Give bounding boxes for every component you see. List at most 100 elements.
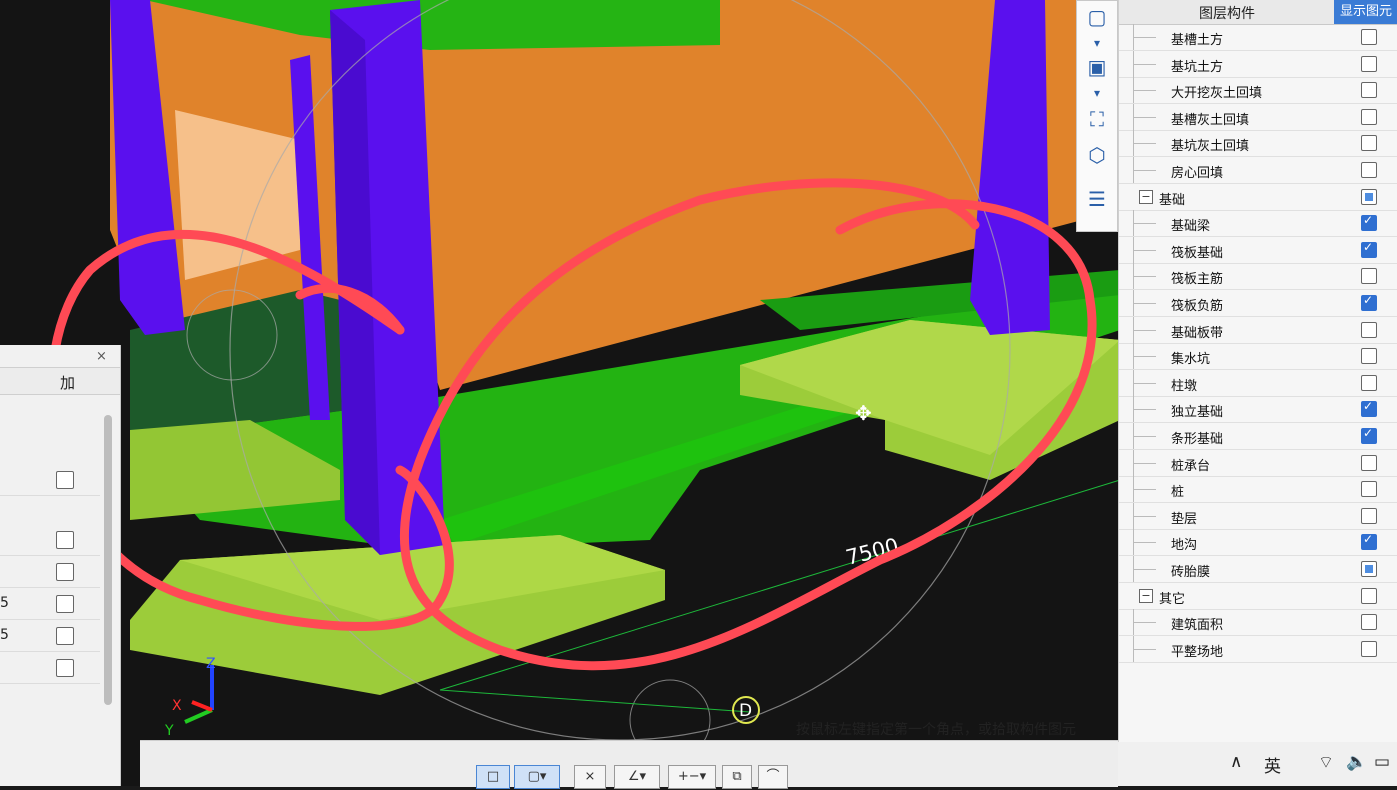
show-checkbox[interactable] <box>1361 374 1377 391</box>
show-checkbox[interactable] <box>1361 268 1377 285</box>
show-checkbox[interactable] <box>1361 82 1377 99</box>
layer-row[interactable]: 基槽土方 <box>1119 24 1397 51</box>
list-item[interactable] <box>0 465 100 496</box>
volume-icon[interactable]: 🔈 <box>1346 752 1367 772</box>
layer-row[interactable]: 大开挖灰土回填 <box>1119 77 1397 105</box>
layer-row[interactable]: 房心回填 <box>1119 157 1397 184</box>
layer-row[interactable]: 砖胎膜 <box>1119 556 1397 583</box>
ime-indicator[interactable]: 英 <box>1264 752 1281 777</box>
collapse-toggle-icon[interactable]: − <box>1139 189 1153 204</box>
list-item[interactable]: 5 <box>0 589 100 620</box>
show-checkbox[interactable] <box>1361 188 1377 205</box>
show-checkbox[interactable] <box>1361 108 1377 125</box>
layer-row[interactable]: 平整场地 <box>1119 635 1397 663</box>
view-cube-icon[interactable]: ▢ <box>1083 3 1111 31</box>
list-item[interactable] <box>0 557 100 588</box>
layer-label: 大开挖灰土回填 <box>1171 86 1263 102</box>
list-item[interactable] <box>0 653 100 684</box>
solid-view-icon[interactable]: ▣ <box>1083 53 1111 81</box>
show-checkbox[interactable] <box>1361 213 1377 232</box>
show-checkbox[interactable] <box>1361 135 1377 152</box>
battery-icon[interactable]: ▭ <box>1374 752 1390 772</box>
layer-row[interactable]: 桩承台 <box>1119 449 1397 477</box>
row-checkbox[interactable] <box>56 659 74 677</box>
layer-row[interactable]: 基坑灰土回填 <box>1119 130 1397 158</box>
dropdown-arrow-icon[interactable]: ▾ <box>1083 79 1111 107</box>
svg-text:Y: Y <box>164 723 174 739</box>
layer-row[interactable]: 筏板主筋 <box>1119 263 1397 291</box>
zoom-extent-icon[interactable]: ⛶ <box>1083 105 1111 133</box>
show-checkbox[interactable] <box>1361 640 1377 657</box>
layer-label: 垫层 <box>1171 511 1198 527</box>
layer-row[interactable]: 独立基础 <box>1119 396 1397 424</box>
layer-label: 基坑灰土回填 <box>1171 139 1250 155</box>
scrollbar[interactable] <box>104 415 112 705</box>
layer-row[interactable]: 基础板带 <box>1119 316 1397 344</box>
select-box-button[interactable]: ▢▾ <box>514 765 560 789</box>
layer-row[interactable]: − 其它 <box>1119 583 1397 610</box>
layer-row[interactable]: 基坑土方 <box>1119 50 1397 78</box>
row-checkbox[interactable] <box>56 471 74 489</box>
properties-icon[interactable]: ☰ <box>1083 185 1111 213</box>
show-checkbox[interactable] <box>1361 507 1377 524</box>
tree-connector <box>1133 236 1164 263</box>
copy-button[interactable]: ⧉ <box>722 765 752 789</box>
layer-row[interactable]: 基础梁 <box>1119 210 1397 238</box>
layer-row[interactable]: 垫层 <box>1119 502 1397 530</box>
layer-label: 桩 <box>1171 485 1185 501</box>
layer-row[interactable]: − 基础 <box>1119 184 1397 211</box>
select-point-button[interactable]: □ <box>476 765 510 789</box>
layer-row[interactable]: 集水坑 <box>1119 343 1397 371</box>
show-checkbox[interactable] <box>1361 614 1377 631</box>
wifi-icon[interactable]: ⌔ <box>1318 752 1334 773</box>
show-checkbox[interactable] <box>1361 532 1377 551</box>
collapse-toggle-icon[interactable]: − <box>1139 588 1153 603</box>
show-checkbox[interactable] <box>1361 454 1377 471</box>
layer-row[interactable]: 桩 <box>1119 476 1397 504</box>
show-checkbox[interactable] <box>1361 561 1377 577</box>
close-icon[interactable]: × <box>96 349 107 364</box>
show-checkbox[interactable] <box>1361 55 1377 72</box>
layer-row[interactable]: 建筑面积 <box>1119 609 1397 637</box>
show-checkbox[interactable] <box>1361 321 1377 338</box>
row-checkbox[interactable] <box>56 563 74 581</box>
show-checkbox[interactable] <box>1361 348 1377 365</box>
show-checkbox[interactable] <box>1361 162 1377 178</box>
layer-row[interactable]: 地沟 <box>1119 529 1397 557</box>
layer-label: 基槽土方 <box>1171 33 1224 48</box>
row-checkbox[interactable] <box>56 531 74 549</box>
row-checkbox[interactable] <box>56 627 74 645</box>
cross-select-button[interactable]: ⨯ <box>574 765 606 789</box>
layer-label: 基础板带 <box>1171 325 1224 341</box>
show-checkbox[interactable] <box>1361 293 1377 311</box>
arc-button[interactable]: ⌒ <box>758 765 788 789</box>
show-checkbox[interactable] <box>1361 587 1377 604</box>
show-checkbox[interactable] <box>1361 29 1377 45</box>
layer-label: 房心回填 <box>1171 166 1224 181</box>
show-checkbox[interactable] <box>1361 481 1377 498</box>
list-item[interactable] <box>0 525 100 556</box>
tree-connector <box>1133 635 1164 662</box>
angle-button[interactable]: ∠▾ <box>614 765 660 789</box>
tree-connector <box>1133 24 1164 50</box>
view-toolbar: ▢ ▾ ▣ ▾ ⛶ ⬡ ☰ <box>1076 0 1118 232</box>
layer-row[interactable]: 柱墩 <box>1119 369 1397 397</box>
layer-row[interactable]: 筏板负筋 <box>1119 290 1397 317</box>
show-column-header[interactable]: 显示图元 <box>1334 0 1397 24</box>
show-checkbox[interactable] <box>1361 240 1377 258</box>
offset-button[interactable]: +−▾ <box>668 765 716 789</box>
show-checkbox[interactable] <box>1361 399 1377 418</box>
layer-label: 条形基础 <box>1171 432 1224 447</box>
show-checkbox[interactable] <box>1361 426 1377 444</box>
column-header: 加 <box>60 374 76 392</box>
tree-connector <box>1133 369 1164 396</box>
tree-connector <box>1133 103 1164 130</box>
dynamic-observe-icon[interactable]: ⬡ <box>1083 141 1111 169</box>
layer-row[interactable]: 条形基础 <box>1119 423 1397 450</box>
list-item[interactable]: 5 <box>0 621 100 652</box>
layer-row[interactable]: 基槽灰土回填 <box>1119 103 1397 131</box>
layer-row[interactable]: 筏板基础 <box>1119 236 1397 264</box>
row-checkbox[interactable] <box>56 595 74 613</box>
tree-connector <box>1133 609 1164 636</box>
chevron-up-icon[interactable]: ∧ <box>1230 752 1242 772</box>
